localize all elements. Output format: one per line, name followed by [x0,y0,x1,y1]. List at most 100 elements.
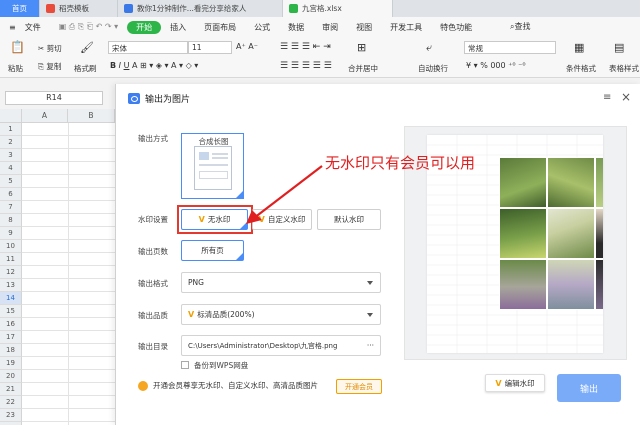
dialog-title: 输出为图片 [128,92,190,105]
table-style-button[interactable]: 表格样式 [609,63,639,74]
font-family-select[interactable]: 宋体 [108,41,188,54]
row-header[interactable]: 22 [0,396,22,409]
row-header[interactable]: 4 [0,162,22,175]
format-painter-button[interactable]: 格式刷 [74,63,97,74]
all-pages-option[interactable]: 所有页 [181,240,244,261]
crown-icon [138,380,148,391]
vip-icon: V [495,378,502,388]
row-header[interactable]: 9 [0,227,22,240]
paste-button[interactable]: 粘贴 [8,63,23,74]
hamburger-icon[interactable]: ≡ [0,23,25,32]
spreadsheet-grid[interactable]: A B 1 2 3 4 5 6 7 8 9 10 11 12 13 14 15 16 17 18 19 20 21 22 2… [0,109,115,425]
row-header[interactable]: 18 [0,344,22,357]
row-header[interactable]: 13 [0,279,22,292]
search-button[interactable]: ⌕查找 [510,21,530,32]
row-header[interactable]: 7 [0,201,22,214]
row-header[interactable]: 10 [0,240,22,253]
font-size-select[interactable]: 11 [188,41,232,54]
menu-start[interactable]: 开始 [127,20,162,34]
menu-features[interactable]: 特色功能 [431,22,481,33]
annotation-text: 无水印只有会员可以用 [325,154,476,172]
row-header[interactable]: 23 [0,409,22,422]
row-header[interactable]: 17 [0,331,22,344]
open-member-button[interactable]: 开通会员 [336,379,382,394]
no-watermark-option[interactable]: V 无水印 [181,209,248,230]
name-box[interactable]: R14 [5,91,103,105]
format-painter-icon[interactable]: 🖌 [80,41,94,54]
row-header[interactable]: 1 [0,123,22,136]
photo-cell-4 [499,208,547,259]
directory-label: 输出目录 [138,342,168,351]
select-all-corner[interactable] [0,109,22,123]
scissors-icon: ✂ [38,44,45,53]
align-top-icons[interactable]: ☰ ☰ ☰ ⇤ ⇥ [280,42,331,52]
row-header[interactable]: 20 [0,370,22,383]
menu-file[interactable]: 文件 [25,22,50,33]
row-header[interactable]: 16 [0,318,22,331]
cond-format-button[interactable]: 条件格式 [566,63,596,74]
annotation-arrow [246,165,323,224]
tab-word-document[interactable]: 教你1分钟制作...看完分享给家人 [118,0,283,17]
tab-spreadsheet[interactable]: 九宫格.xlsx [283,0,393,17]
number-format-select[interactable]: 常规 [464,41,556,54]
align-horizontal-icons[interactable]: ☰ ☰ ☰ ☰ ☰ [280,61,332,71]
menu-insert[interactable]: 插入 [161,22,195,33]
cut-button[interactable]: ✂ 剪切 [38,43,62,54]
copy-button[interactable]: ⎘ 复制 [38,61,61,72]
row-header[interactable]: 14 [0,292,22,305]
quality-select[interactable]: V 标清品质(200%) [181,304,381,325]
browse-icon[interactable]: ··· [367,341,374,350]
export-button[interactable]: 输出 [557,374,621,402]
export-image-dialog: 输出为图片 ≡ × 输出方式 合成长图 水印设置 V 无水印 V 自定义水印 默… [115,84,640,425]
menu-icon[interactable]: ≡ [603,92,611,103]
format-select[interactable]: PNG [181,272,381,293]
row-header[interactable]: 3 [0,149,22,162]
cond-format-icon[interactable]: ▦ [574,41,584,54]
photo-cell-7 [499,259,547,310]
row-header[interactable]: 5 [0,175,22,188]
row-header[interactable]: 8 [0,214,22,227]
row-header[interactable]: 11 [0,253,22,266]
row-header[interactable]: 21 [0,383,22,396]
font-style-icons[interactable]: B I U A ⊞ ▾ ◈ ▾ A ▾ ◇ ▾ [110,61,198,70]
wrap-text-button[interactable]: 自动换行 [418,63,448,74]
edit-watermark-button[interactable]: V 编辑水印 [485,374,545,392]
selected-corner-icon [236,253,243,260]
member-promo: 开通会员尊享无水印、自定义水印、高清品质图片 [138,380,318,391]
pages-label: 输出页数 [138,247,168,256]
backup-checkbox[interactable] [181,361,189,369]
quick-access-icons[interactable]: ▣ ⎙ ⎘ ⎗ ↶ ↷ ▾ [50,22,127,32]
tab-docer-templates[interactable]: 稻壳模板 [40,0,118,17]
close-icon[interactable]: × [621,90,631,104]
table-style-icon[interactable]: ▤ [614,41,624,54]
row-header[interactable]: 15 [0,305,22,318]
directory-field[interactable]: C:\Users\Administrator\Desktop\九宫格.png ·… [181,335,381,356]
column-header-b[interactable]: B [68,109,115,123]
merge-icon[interactable]: ⊞ [357,41,366,54]
paste-icon[interactable]: 📋 [10,40,25,54]
menu-developer[interactable]: 开发工具 [381,22,431,33]
menu-formula[interactable]: 公式 [245,22,279,33]
tab-home[interactable]: 首页 [0,0,40,17]
row-header[interactable]: 12 [0,266,22,279]
number-format-icons[interactable]: ¥ ▾ % 000 ⁺⁰ ⁻⁰ [466,61,526,70]
long-image-option[interactable]: 合成长图 [181,133,244,199]
wrap-icon[interactable]: ⤶ [426,41,432,55]
merge-center-button[interactable]: 合并居中 [348,63,378,74]
row-header[interactable]: 2 [0,136,22,149]
menu-page-layout[interactable]: 页面布局 [195,22,245,33]
row-header[interactable]: 6 [0,188,22,201]
copy-icon: ⎘ [38,62,44,71]
row-header[interactable]: 19 [0,357,22,370]
photo-cell-9 [595,259,603,310]
menu-data[interactable]: 数据 [279,22,313,33]
backup-label: 备份到WPS网盘 [194,361,249,370]
menu-view[interactable]: 视图 [347,22,381,33]
photo-cell-8 [547,259,595,310]
tab-bar: 首页 稻壳模板 教你1分钟制作...看完分享给家人 九宫格.xlsx [0,0,640,17]
watermark-label: 水印设置 [138,215,168,224]
docer-icon [46,4,55,13]
column-header-a[interactable]: A [22,109,68,123]
menu-review[interactable]: 审阅 [313,22,347,33]
font-grow-shrink-icons[interactable]: A⁺ A⁻ [236,42,258,51]
